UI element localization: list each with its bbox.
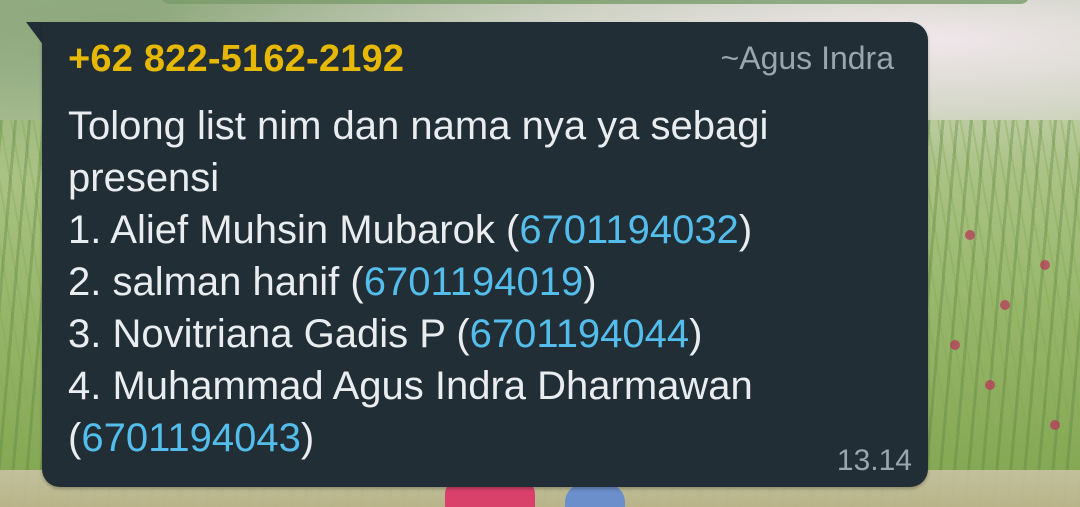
opening-paren: ( [68,416,82,460]
nim-phone-link[interactable]: 6701194019 [364,260,584,304]
nim-phone-link[interactable]: 6701194043 [81,416,301,460]
student-name: 4. Muhammad Agus Indra Dharmawan [68,364,753,408]
student-name: 1. Alief Muhsin Mubarok ( [68,208,520,252]
closing-paren: ) [300,416,315,460]
message-timestamp: 13.14 [836,444,912,477]
wallpaper-flower [965,230,975,240]
wallpaper-flower [985,380,995,390]
nim-phone-link[interactable]: 6701194044 [470,312,690,356]
sender-phone-number[interactable]: +62 822-5162-2192 [68,38,404,81]
sender-display-name: ~Agus Indra [720,40,894,76]
list-item: 4. Muhammad Agus Indra Dharmawan [68,360,868,412]
wallpaper-flower [1000,300,1010,310]
list-item: 1. Alief Muhsin Mubarok (6701194032) [68,204,868,256]
student-name: 2. salman hanif ( [68,260,364,304]
previous-message-bubble[interactable] [160,0,1030,4]
list-item-continuation: (6701194043) [68,412,868,464]
nim-phone-link[interactable]: 6701194032 [519,208,739,252]
closing-paren: ) [583,260,597,304]
wallpaper-figure [565,484,625,507]
wallpaper-flower [1050,420,1060,430]
closing-paren: ) [689,312,703,356]
closing-paren: ) [738,208,753,252]
student-name: 3. Novitriana Gadis P ( [68,312,470,356]
wallpaper-flower [1040,260,1050,270]
list-item: 2. salman hanif (6701194019) [68,256,868,308]
message-text: Tolong list nim dan nama nya ya sebagi p… [68,100,868,464]
message-line: Tolong list nim dan nama nya ya sebagi [68,104,769,148]
message-line: presensi [68,156,220,200]
list-item: 3. Novitriana Gadis P (6701194044) [68,308,868,360]
wallpaper-flower [950,340,960,350]
